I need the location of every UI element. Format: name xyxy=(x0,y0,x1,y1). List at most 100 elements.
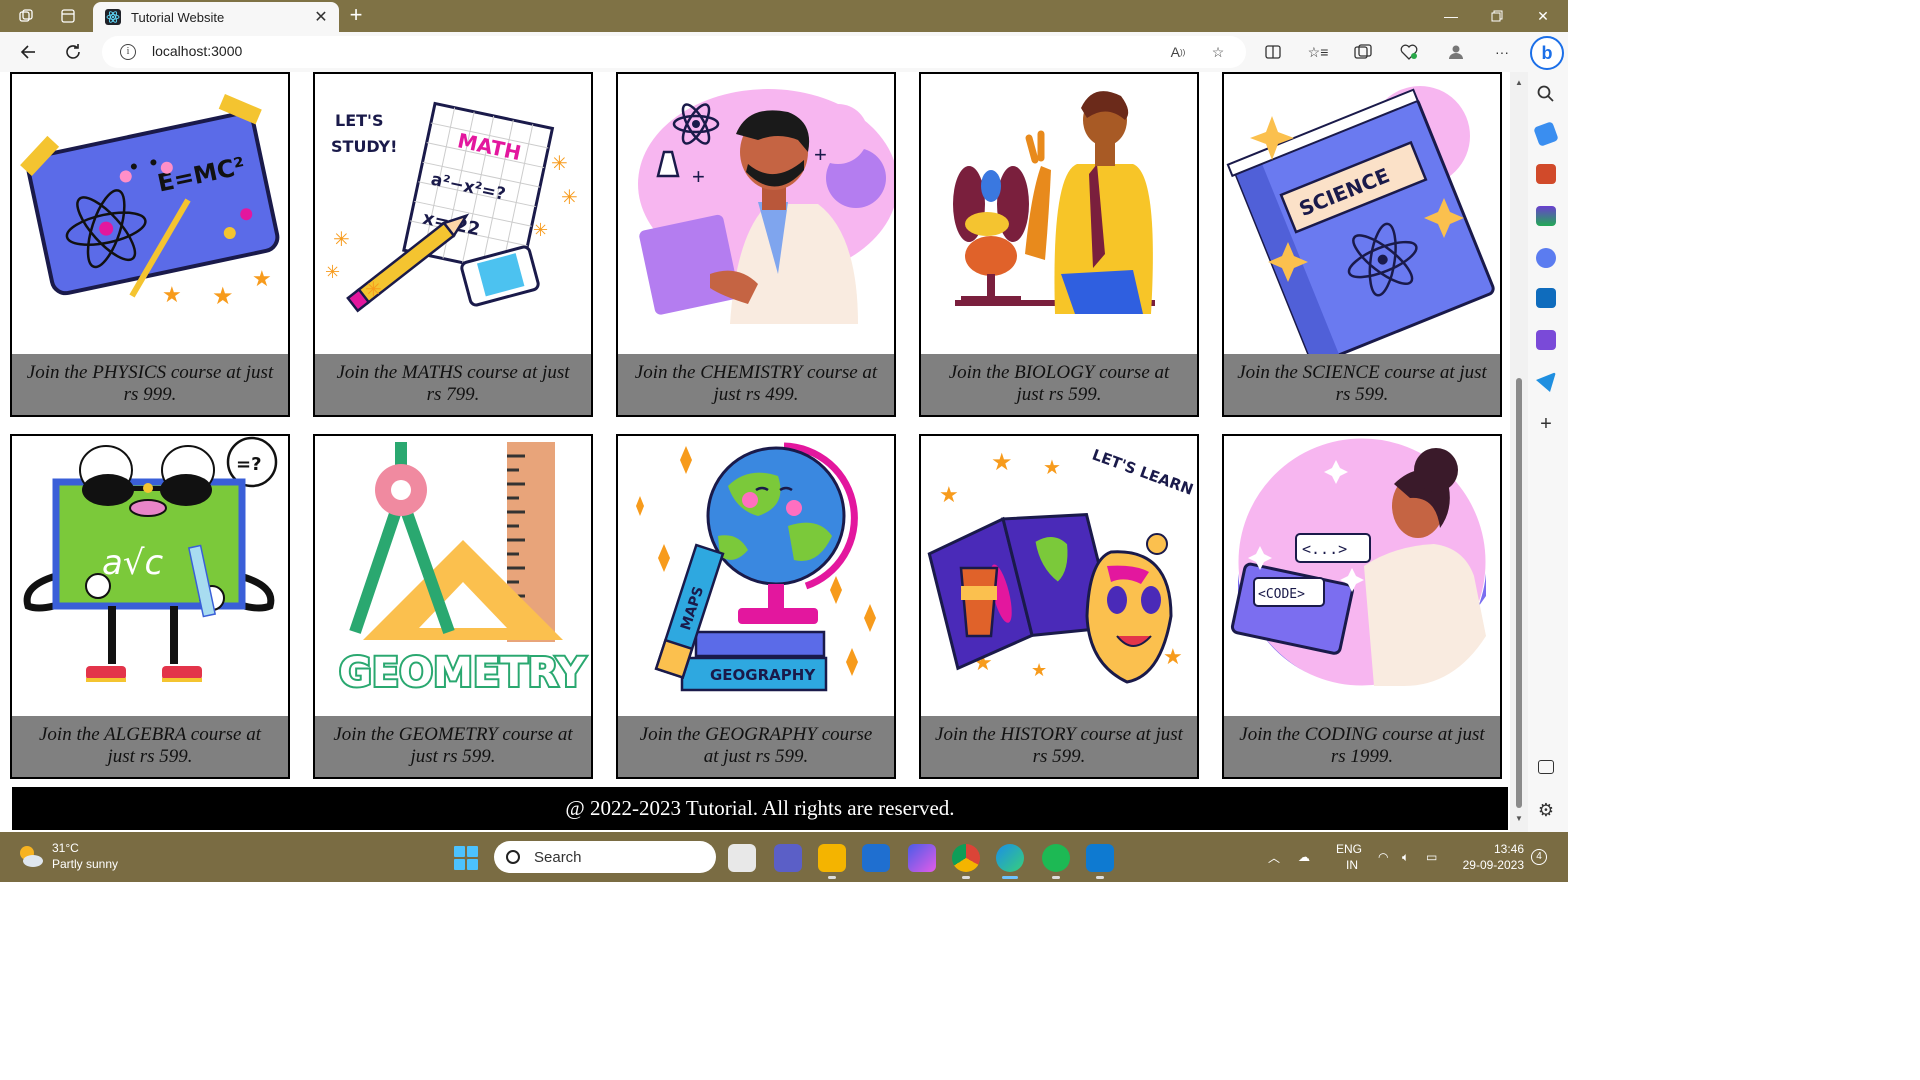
vscode-icon[interactable] xyxy=(1086,844,1114,872)
svg-text:★: ★ xyxy=(212,283,234,310)
weather-description: Partly sunny xyxy=(52,857,119,871)
page-viewport: E=MC² ★ ★ ★ Join the PHYSICS course at j… xyxy=(0,72,1510,832)
sidebar-add-icon[interactable]: + xyxy=(1536,414,1556,434)
bing-chat-icon[interactable]: b xyxy=(1530,36,1564,70)
read-aloud-icon[interactable]: A)) xyxy=(1168,42,1188,62)
course-card-algebra[interactable]: =? a√c Join the ALGEBRA course at just r… xyxy=(10,434,290,779)
svg-text:<CODE>: <CODE> xyxy=(1258,587,1305,602)
browser-title-bar: Tutorial Website ✕ + — ✕ xyxy=(0,0,1568,32)
sidebar-designer-icon[interactable] xyxy=(1536,330,1556,350)
taskbar-search[interactable]: Search xyxy=(494,841,716,873)
sidebar-search-icon[interactable] xyxy=(1536,84,1556,104)
course-card-maths[interactable]: LET'S STUDY! MATH a²−x²=? x= 22 ✳ ✳ ✳ ✳ … xyxy=(313,72,593,417)
course-caption: Join the GEOGRAPHY course at just rs 599… xyxy=(618,716,894,777)
split-screen-icon[interactable] xyxy=(1263,42,1283,62)
tab-actions-icon[interactable] xyxy=(58,6,78,26)
file-explorer-icon[interactable] xyxy=(818,844,846,872)
svg-text:GEOMETRY: GEOMETRY xyxy=(339,650,586,696)
clipchamp-icon[interactable] xyxy=(908,844,936,872)
sidebar-settings-gear-icon[interactable]: ⚙ xyxy=(1536,800,1556,820)
course-card-biology[interactable]: Join the BIOLOGY course at just rs 599. xyxy=(919,72,1199,417)
favorite-star-icon[interactable]: ☆ xyxy=(1208,42,1228,62)
course-card-geometry[interactable]: GEOMETRY Join the GEOMETRY course at jus… xyxy=(313,434,593,779)
geography-illustration: GEOGRAPHY MAPS xyxy=(618,436,894,716)
microsoft-store-icon[interactable] xyxy=(862,844,890,872)
svg-text:✳: ✳ xyxy=(551,153,568,175)
address-bar[interactable]: i localhost:3000 A)) ☆ xyxy=(102,36,1246,68)
sidebar-send-icon[interactable] xyxy=(1536,372,1556,392)
more-options-icon[interactable]: ··· xyxy=(1492,42,1512,62)
close-tab-icon[interactable]: ✕ xyxy=(309,5,333,29)
maths-illustration: LET'S STUDY! MATH a²−x²=? x= 22 ✳ ✳ ✳ ✳ … xyxy=(315,74,591,354)
svg-text:★: ★ xyxy=(252,266,272,291)
start-button[interactable] xyxy=(454,846,478,870)
task-view-icon[interactable] xyxy=(728,844,756,872)
spotify-icon[interactable] xyxy=(1042,844,1070,872)
course-caption: Join the HISTORY course at just rs 599. xyxy=(921,716,1197,777)
site-info-icon[interactable]: i xyxy=(120,44,136,60)
sidebar-hide-icon[interactable] xyxy=(1538,760,1554,774)
weather-widget[interactable]: 31°C Partly sunny xyxy=(16,840,118,872)
chemistry-illustration: + + xyxy=(618,74,894,354)
weather-temperature: 31°C xyxy=(52,841,79,855)
site-footer: @ 2022-2023 Tutorial. All rights are res… xyxy=(12,787,1508,830)
svg-text:✳: ✳ xyxy=(365,279,382,301)
wifi-icon[interactable]: ◠ xyxy=(1378,832,1388,882)
chrome-icon[interactable] xyxy=(952,844,980,872)
scrollbar-thumb[interactable] xyxy=(1516,378,1522,808)
sidebar-games-icon[interactable] xyxy=(1536,206,1556,226)
running-indicator xyxy=(1096,876,1104,879)
edge-icon[interactable] xyxy=(996,844,1024,872)
show-hidden-icons-chevron-icon[interactable]: ︿ xyxy=(1268,832,1280,882)
sidebar-shopping-icon[interactable] xyxy=(1533,121,1559,147)
notification-badge[interactable]: 4 xyxy=(1531,849,1547,865)
svg-text:<...>: <...> xyxy=(1302,540,1347,558)
minimize-button[interactable]: — xyxy=(1428,0,1474,32)
windows-logo-tile xyxy=(467,846,478,857)
sidebar-outlook-icon[interactable] xyxy=(1536,288,1556,308)
course-card-geography[interactable]: GEOGRAPHY MAPS Join the GEOGRAPHY course… xyxy=(616,434,896,779)
workspaces-icon[interactable] xyxy=(16,6,36,26)
windows-taskbar: 31°C Partly sunny Search ︿ ☁ ENG IN ◠ 🔈︎… xyxy=(0,832,1568,882)
language-indicator[interactable]: ENG IN xyxy=(1336,832,1362,882)
teams-chat-icon[interactable] xyxy=(774,844,802,872)
favorites-icon[interactable]: ☆≡ xyxy=(1308,42,1329,62)
battery-icon[interactable]: ▭ xyxy=(1426,832,1437,882)
course-card-history[interactable]: LET'S LEARN HISTORY! ★ ★ ★ ★ ★ ★ Join th… xyxy=(919,434,1199,779)
svg-text:+: + xyxy=(814,142,827,167)
svg-text:STUDY!: STUDY! xyxy=(331,137,397,156)
scroll-down-arrow-icon[interactable]: ▼ xyxy=(1514,814,1524,824)
browser-essentials-icon[interactable] xyxy=(1399,42,1419,62)
collections-icon[interactable] xyxy=(1353,42,1373,62)
back-arrow-icon[interactable] xyxy=(16,40,40,64)
tab-title: Tutorial Website xyxy=(131,9,225,25)
windows-logo-tile xyxy=(467,859,478,870)
system-clock[interactable]: 13:46 29-09-2023 xyxy=(1454,841,1524,873)
volume-icon[interactable]: 🔈︎ xyxy=(1402,832,1409,882)
sidebar-microsoft365-icon[interactable] xyxy=(1536,248,1556,268)
restore-button[interactable] xyxy=(1474,0,1520,32)
course-caption: Join the PHYSICS course at just rs 999. xyxy=(12,354,288,415)
coding-illustration: <...> <CODE> xyxy=(1224,436,1500,716)
course-card-coding[interactable]: <...> <CODE> Join the CODING course at j… xyxy=(1222,434,1502,779)
svg-text:✳: ✳ xyxy=(561,187,578,209)
new-tab-button[interactable]: + xyxy=(344,4,368,27)
course-caption: Join the MATHS course at just rs 799. xyxy=(315,354,591,415)
tab-tutorial-website[interactable]: Tutorial Website ✕ xyxy=(93,2,339,32)
page-scrollbar[interactable]: ▲ ▼ xyxy=(1510,72,1528,832)
scroll-up-arrow-icon[interactable]: ▲ xyxy=(1514,78,1524,88)
svg-text:★: ★ xyxy=(1031,660,1047,680)
svg-text:✳: ✳ xyxy=(533,220,548,240)
close-window-button[interactable]: ✕ xyxy=(1520,0,1566,32)
science-illustration: SCIENCE xyxy=(1224,74,1500,354)
onedrive-icon[interactable]: ☁ xyxy=(1298,832,1310,882)
sidebar-tools-icon[interactable] xyxy=(1536,164,1556,184)
refresh-icon[interactable] xyxy=(61,40,85,64)
running-indicator xyxy=(1052,876,1060,879)
course-card-chemistry[interactable]: + + Join the CHEMISTRY course at just rs… xyxy=(616,72,896,417)
svg-text:LET'S LEARN HISTORY!: LET'S LEARN HISTORY! xyxy=(1090,446,1197,528)
profile-avatar-icon[interactable] xyxy=(1446,42,1466,62)
edge-sidebar: b + ⚙ xyxy=(1528,32,1568,832)
course-card-physics[interactable]: E=MC² ★ ★ ★ Join the PHYSICS course at j… xyxy=(10,72,290,417)
course-card-science[interactable]: SCIENCE Join the SCIENCE course at just … xyxy=(1222,72,1502,417)
